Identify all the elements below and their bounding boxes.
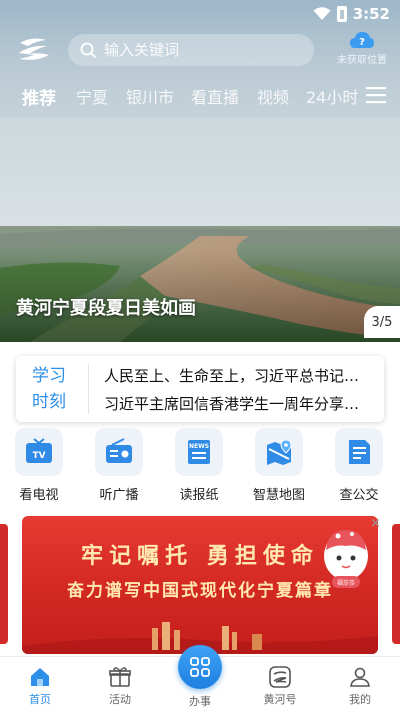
close-icon[interactable]: × [370, 516, 381, 531]
divider [88, 364, 89, 414]
banner-prev-peek [0, 524, 8, 644]
user-icon [350, 667, 370, 687]
nav-label: 活动 [109, 693, 131, 706]
svg-text:TV: TV [32, 451, 45, 461]
tab-video[interactable]: 视频 [257, 84, 289, 108]
battery-icon [336, 6, 347, 22]
menu-icon[interactable] [366, 86, 386, 104]
bus-icon [335, 428, 383, 476]
nav-label: 我的 [349, 693, 371, 706]
location-button[interactable]: ? 未获取位置 [330, 30, 394, 70]
nav-home[interactable]: 首页 [10, 665, 70, 707]
nav-label: 首页 [29, 693, 51, 706]
radio-icon [95, 428, 143, 476]
map-icon [255, 428, 303, 476]
service-bus[interactable]: 查公交 [326, 428, 392, 503]
mascot-icon[interactable]: 福莎莎 [318, 522, 374, 592]
nav-label: 黄河号 [263, 693, 297, 706]
hero-carousel[interactable]: 黄河宁夏段夏日美如画 3/5 [0, 118, 400, 342]
status-icons: 3:52 [313, 5, 390, 23]
wifi-icon [313, 7, 331, 20]
hero-caption: 黄河宁夏段夏日美如画 [16, 298, 196, 319]
channel-tabs: 推荐 宁夏 银川市 看直播 视频 24小时 [0, 80, 400, 112]
nav-activity[interactable]: 活动 [90, 665, 150, 707]
study-moment-label: 学习 时刻 [16, 356, 82, 422]
grid-icon [190, 657, 210, 677]
service-label: 听广播 [99, 488, 139, 503]
mascot-label: 福莎莎 [337, 579, 355, 587]
location-badge: ? [359, 37, 365, 48]
search-input[interactable] [104, 41, 294, 59]
search-bar[interactable] [68, 34, 314, 66]
header: 3:52 ? 未获取位置 推荐 宁夏 银川市 看直播 视频 [0, 0, 400, 118]
carousel-counter: 3/5 [364, 306, 400, 338]
banner-carousel[interactable]: 牢记嘱托 勇担使命 奋力谱写中国式现代化宁夏篇章 福莎莎 × [0, 514, 400, 656]
huanghe-icon [269, 666, 291, 688]
service-newspaper[interactable]: NEWS 读报纸 [166, 428, 232, 503]
service-map[interactable]: 智慧地图 [246, 428, 312, 503]
study-label-line1: 学习 [32, 366, 66, 386]
nav-huanghe[interactable]: 黄河号 [250, 665, 310, 707]
tab-24h[interactable]: 24小时 [306, 84, 358, 108]
study-news-item[interactable]: 习近平主席回信香港学生一周年分享… [104, 393, 376, 414]
bottom-nav: 首页 活动 办事 黄河号 我的 [0, 645, 400, 712]
tab-yinchuan[interactable]: 银川市 [126, 84, 174, 108]
app-screen: 3:52 ? 未获取位置 推荐 宁夏 银川市 看直播 视频 [0, 0, 400, 712]
service-label: 查公交 [339, 488, 379, 503]
cloud-location-icon: ? [350, 32, 374, 48]
service-label: 读报纸 [179, 488, 219, 503]
app-logo[interactable] [16, 34, 52, 64]
nav-label: 办事 [189, 695, 211, 708]
gift-icon [109, 667, 131, 687]
tab-live[interactable]: 看直播 [191, 84, 239, 108]
nav-services-button[interactable] [178, 645, 222, 689]
tab-recommend[interactable]: 推荐 [22, 84, 56, 109]
study-news-item[interactable]: 人民至上、生命至上，习近平总书记… [104, 365, 376, 386]
search-icon [80, 42, 96, 58]
service-label: 智慧地图 [252, 488, 305, 503]
newspaper-icon: NEWS [175, 428, 223, 476]
study-moment-card[interactable]: 学习 时刻 人民至上、生命至上，习近平总书记… 习近平主席回信香港学生一周年分享… [16, 356, 384, 422]
service-radio[interactable]: 听广播 [86, 428, 152, 503]
svg-text:NEWS: NEWS [189, 443, 209, 450]
nav-mine[interactable]: 我的 [330, 665, 390, 707]
tv-icon: TV [15, 428, 63, 476]
home-icon [31, 668, 49, 686]
banner-next-peek [392, 524, 400, 644]
status-time: 3:52 [352, 5, 390, 23]
location-text: 未获取位置 [337, 55, 387, 66]
study-label-line2: 时刻 [32, 392, 66, 412]
service-label: 看电视 [19, 488, 59, 503]
status-bar: 3:52 [0, 0, 400, 28]
quick-services: TV 看电视 听广播 NEWS 读报纸 智慧地图 查公交 [0, 428, 400, 512]
service-tv[interactable]: TV 看电视 [6, 428, 72, 503]
tab-ningxia[interactable]: 宁夏 [76, 84, 108, 108]
